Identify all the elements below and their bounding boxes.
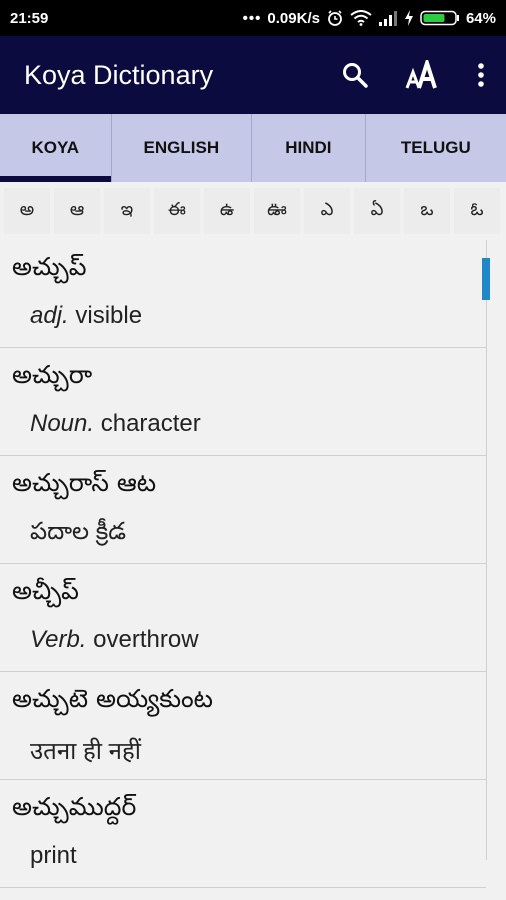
entry-meaning: उतना ही नहीं: [30, 738, 141, 765]
tab-hindi[interactable]: HINDI: [252, 114, 366, 182]
list-item[interactable]: అచ్చురా Noun. character: [0, 348, 486, 456]
letter-button[interactable]: ఓ: [454, 188, 500, 234]
entry-definition: उतना ही नहीं: [30, 734, 141, 767]
tab-label: KOYA: [31, 138, 80, 157]
tab-english[interactable]: ENGLISH: [112, 114, 253, 182]
entry-definition: Verb. overthrow: [30, 626, 199, 654]
signal-icon: [378, 11, 397, 26]
tab-label: HINDI: [285, 138, 332, 157]
status-dots: •••: [242, 9, 262, 27]
entry-meaning: visible: [68, 302, 143, 329]
entry-word: అచ్చురాస్ ఆట: [12, 468, 157, 497]
entry-word: అచ్చురా: [12, 360, 93, 389]
app-title: Koya Dictionary: [24, 59, 214, 90]
status-icons: ••• 0.09K/s 64%: [243, 9, 496, 27]
entry-definition: Noun. character: [30, 410, 201, 438]
search-icon: [343, 63, 368, 88]
letter-button[interactable]: ఎ: [304, 188, 350, 234]
tab-label: ENGLISH: [143, 138, 220, 157]
network-speed: 0.09K/s: [267, 9, 320, 27]
letter-button[interactable]: ఈ: [154, 188, 200, 234]
status-bar: 21:59 ••• 0.09K/s 64%: [0, 0, 506, 36]
letter-button[interactable]: అ: [4, 188, 50, 234]
tab-koya[interactable]: KOYA: [0, 114, 112, 182]
wifi-icon: [350, 10, 372, 26]
letter-button[interactable]: ఇ: [104, 188, 150, 234]
word-list: అచ్చుప్ adj. visible అచ్చురా Noun. chara…: [0, 240, 486, 888]
entry-pos: adj.: [30, 302, 69, 329]
entry-pos: Noun.: [30, 410, 95, 437]
more-vert-icon: [478, 63, 484, 87]
letter-button[interactable]: ఊ: [254, 188, 300, 234]
alphabet-bar: అ ఆ ఇ ఈ ఉ ఊ ఎ ఏ ఒ ఓ: [0, 182, 506, 240]
charging-icon: [404, 10, 413, 26]
entry-word: అచ్చీప్: [12, 576, 79, 605]
search-button[interactable]: [330, 50, 380, 100]
letter-button[interactable]: ఒ: [404, 188, 450, 234]
entry-word: అచ్చుప్: [12, 252, 87, 281]
scroll-thumb[interactable]: [482, 258, 490, 300]
list-item[interactable]: అచ్చుముద్దర్ print: [0, 780, 486, 888]
entry-word: అచ్చుముద్దర్: [12, 792, 137, 821]
list-item[interactable]: అచ్చుటె అయ్యకుంట उतना ही नहीं: [0, 672, 486, 780]
text-size-icon: [405, 60, 437, 89]
list-item[interactable]: అచ్చీప్ Verb. overthrow: [0, 564, 486, 672]
entry-pos: Verb.: [30, 626, 87, 653]
entry-definition: print: [30, 842, 77, 870]
scroll-track[interactable]: [486, 240, 487, 860]
letter-button[interactable]: ఉ: [204, 188, 250, 234]
entry-meaning: print: [30, 842, 77, 869]
battery-icon: [420, 10, 459, 26]
language-tabs: KOYA ENGLISH HINDI TELUGU: [0, 114, 506, 182]
entry-word: అచ్చుటె అయ్యకుంట: [12, 684, 213, 713]
letter-button[interactable]: ఏ: [354, 188, 400, 234]
app-bar: Koya Dictionary: [0, 36, 506, 114]
entry-meaning: character: [94, 410, 201, 437]
overflow-menu-button[interactable]: [456, 50, 506, 100]
tab-telugu[interactable]: TELUGU: [366, 114, 506, 182]
list-item[interactable]: అచ్చుప్ adj. visible: [0, 240, 486, 348]
alarm-icon: [328, 10, 342, 26]
battery-level: 64%: [465, 9, 496, 27]
letter-button[interactable]: ఆ: [54, 188, 100, 234]
list-item[interactable]: అచ్చురాస్ ఆట పదాల క్రీడ: [0, 456, 486, 564]
entry-meaning: overthrow: [86, 626, 199, 653]
status-time: 21:59: [10, 9, 49, 27]
entry-meaning: పదాల క్రీడ: [30, 518, 126, 545]
entry-definition: adj. visible: [30, 302, 142, 330]
tab-label: TELUGU: [400, 138, 471, 157]
text-size-button[interactable]: [398, 50, 448, 100]
entry-definition: పదాల క్రీడ: [30, 518, 126, 551]
